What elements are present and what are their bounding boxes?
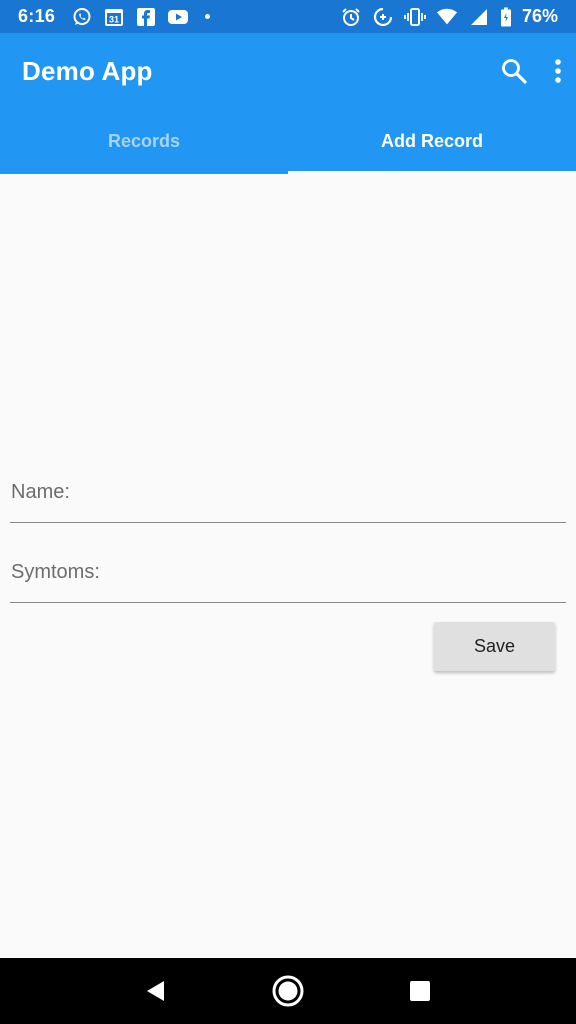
symptoms-field [10, 553, 566, 603]
youtube-icon [167, 6, 189, 28]
home-button[interactable] [263, 966, 313, 1016]
name-input[interactable] [11, 481, 551, 504]
name-field [10, 473, 566, 523]
back-icon [147, 981, 164, 1001]
calendar-day: 31 [109, 14, 119, 24]
facebook-icon [135, 6, 157, 28]
symptoms-input[interactable] [11, 561, 551, 584]
battery-icon [500, 6, 512, 28]
search-button[interactable] [488, 43, 540, 99]
recents-icon [410, 981, 430, 1001]
battery-percent: 76% [521, 6, 558, 26]
whatsapp-icon [71, 6, 93, 28]
calendar-icon: 31 [103, 6, 125, 28]
dot-icon [205, 14, 211, 19]
data-saver-icon [372, 6, 394, 28]
home-icon [272, 975, 304, 1007]
wifi-icon [436, 6, 458, 28]
status-bar-right: 76% [340, 6, 558, 28]
app-bar: Demo App [0, 33, 576, 109]
save-button[interactable]: Save [434, 622, 555, 671]
status-time: 6:16 [18, 6, 56, 26]
app-screen: 6:16 31 76% Demo App Records Add Record … [0, 0, 576, 1024]
more-vert-icon [555, 59, 561, 83]
more-options-button[interactable] [540, 43, 576, 99]
tab-bar: Records Add Record [0, 109, 576, 174]
app-title: Demo App [22, 55, 153, 86]
navigation-bar [0, 958, 576, 1024]
search-icon [502, 59, 527, 84]
vibrate-icon [404, 6, 426, 28]
back-button[interactable] [131, 966, 181, 1016]
alarm-icon [340, 6, 362, 28]
status-bar: 6:16 31 76% [0, 0, 576, 33]
app-bar-actions [488, 33, 576, 109]
tab-records[interactable]: Records [0, 109, 288, 174]
status-bar-left: 6:16 31 [18, 6, 211, 28]
recents-button[interactable] [395, 966, 445, 1016]
tab-add-record[interactable]: Add Record [288, 109, 576, 174]
signal-icon [468, 6, 490, 28]
